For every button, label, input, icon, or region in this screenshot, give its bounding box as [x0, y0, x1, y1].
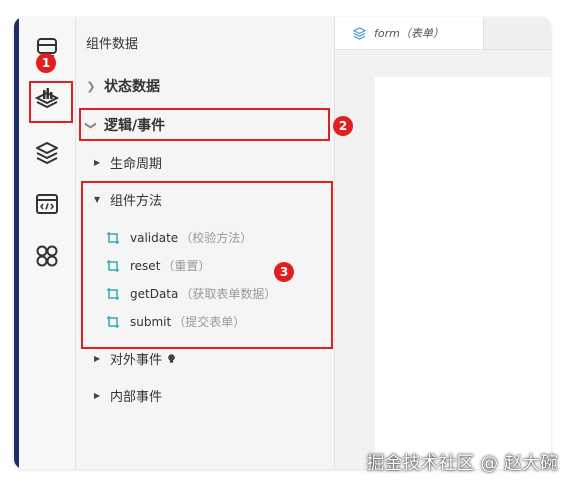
watermark: 掘金技术社区 @ 赵大碗 — [366, 453, 558, 474]
layers-icon[interactable] — [34, 139, 60, 165]
tree-item-label: 对外事件 — [110, 353, 163, 368]
caret-right-icon: ▶ — [94, 354, 101, 363]
annotation-badge-1: 1 — [36, 53, 56, 73]
editor-tabbar: form（表单） — [335, 17, 551, 50]
chevron-right-icon: ❯ — [86, 79, 96, 93]
highlight-box-2 — [79, 108, 330, 141]
tab-label: form（表单） — [374, 27, 444, 40]
design-canvas[interactable] — [375, 77, 551, 469]
caret-right-icon: ▶ — [94, 158, 101, 167]
tab-form[interactable]: form（表单） — [335, 17, 484, 49]
tree-item-label: 状态数据 — [104, 79, 160, 95]
tree-item-lifecycle[interactable]: ▶ 生命周期 — [94, 153, 162, 172]
lightbulb-icon — [168, 354, 175, 363]
code-window-icon[interactable] — [34, 191, 60, 217]
highlight-box-3 — [81, 181, 333, 349]
tree-item-external-events[interactable]: ▶ 对外事件 — [94, 349, 177, 368]
tree-item-label: 内部事件 — [110, 390, 163, 405]
component-grid-icon[interactable] — [34, 243, 60, 269]
tree-item-state-data[interactable]: ❯ 状态数据 — [84, 76, 160, 96]
cube-icon — [353, 26, 366, 40]
panel-title: 组件数据 — [86, 37, 139, 52]
caret-right-icon: ▶ — [94, 391, 101, 400]
editor-area: form（表单） — [335, 17, 551, 469]
tree-item-internal-events[interactable]: ▶ 内部事件 — [94, 386, 162, 405]
highlight-box-1 — [29, 81, 73, 123]
annotation-badge-2: 2 — [333, 116, 353, 136]
tree-item-label: 生命周期 — [110, 157, 163, 172]
annotation-badge-3: 3 — [274, 262, 294, 282]
